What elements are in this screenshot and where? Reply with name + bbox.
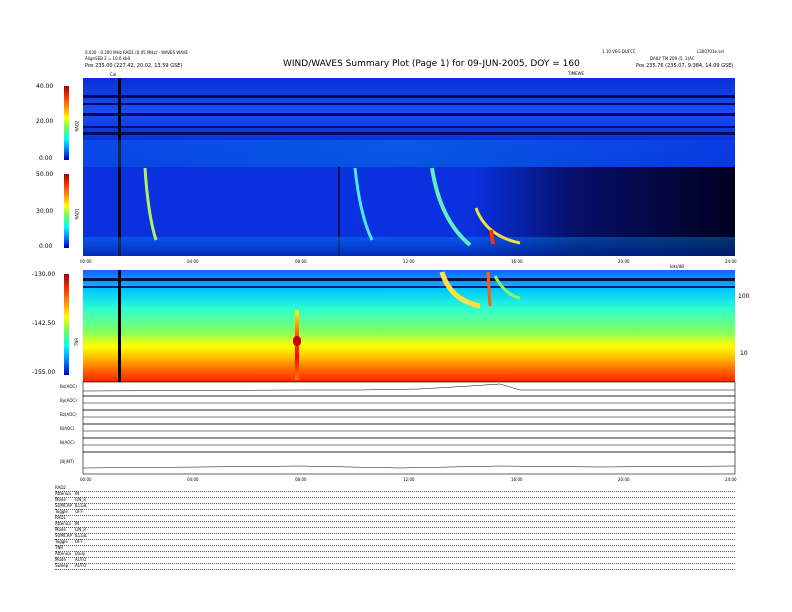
trace-frame-absb (82, 451, 736, 475)
bottom-time-2: 08:00 (295, 477, 307, 482)
bottom-time-3: 12:00 (403, 477, 415, 482)
trace-label-2: Bz(AOC) (60, 412, 77, 417)
footer-value: AUTO (75, 563, 87, 568)
trace-label-0: Bx(AOC) (60, 384, 77, 389)
trace-label-4: N(AOC) (60, 440, 75, 445)
footer-row: Sweep AUTO (55, 563, 735, 570)
trace-label-3: B(AOC) (60, 426, 75, 431)
bottom-time-4: 16:00 (511, 477, 523, 482)
trace-lines (82, 383, 736, 469)
bottom-time-0: 00:00 (80, 477, 92, 482)
trace-line-absb (82, 465, 736, 469)
trace-line-bx (82, 383, 735, 392)
footer-key: Sweep (55, 563, 69, 568)
trace-label-1: By(AOC) (60, 398, 77, 403)
footer-status: RAD2 Attenua IN Mode LIN_R SUMCAP ILLGIL Toggle… (55, 485, 735, 575)
bottom-time-1: 04:00 (187, 477, 199, 482)
trace-frames (82, 381, 736, 475)
bottom-time-5: 20:00 (618, 477, 630, 482)
trace-label-5: |B|(NT) (60, 459, 74, 464)
bottom-time-6: 24:00 (725, 477, 737, 482)
